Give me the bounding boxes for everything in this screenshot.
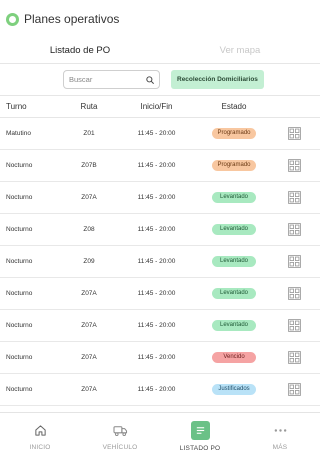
qr-code-icon[interactable] [288, 255, 301, 268]
cell-turno: Nocturno [6, 386, 33, 393]
filter-chip-recoleccion[interactable]: Recolección Domiciliarios [171, 70, 264, 89]
status-badge: Levantado [212, 288, 256, 299]
search-icon[interactable] [146, 75, 154, 84]
qr-code-icon[interactable] [288, 191, 301, 204]
nav-item-listado-po[interactable]: LISTADO PO [160, 413, 240, 458]
search-box[interactable] [63, 70, 160, 89]
search-input[interactable] [69, 75, 139, 84]
tab-bar: Listado de PO Ver mapa [0, 38, 320, 64]
cell-turno: Nocturno [6, 354, 33, 361]
nav-label: LISTADO PO [179, 445, 221, 452]
table-row[interactable]: Nocturno Z07A 11:45 - 20:00 Vencido [0, 342, 320, 374]
column-header-estado[interactable]: Estado [199, 102, 269, 111]
cell-ruta: Z07B [81, 162, 97, 169]
cell-ruta: Z07A [81, 290, 97, 297]
nav-label: MÁS [272, 444, 288, 451]
tab-ver-mapa[interactable]: Ver mapa [160, 38, 320, 63]
page-title: Planes operativos [24, 12, 120, 26]
table-row[interactable]: Nocturno Z09 11:45 - 20:00 Levantado [0, 246, 320, 278]
cell-ruta: Z09 [83, 258, 95, 265]
more-icon [271, 421, 289, 439]
cell-inicio-fin: 11:45 - 20:00 [137, 194, 176, 201]
cell-inicio-fin: 11:45 - 20:00 [137, 130, 176, 137]
status-badge: Levantado [212, 224, 256, 235]
table-row[interactable]: Nocturno Z07B 11:45 - 20:00 Programado [0, 150, 320, 182]
table-row[interactable]: Matutino Z01 11:45 - 20:00 Programado [0, 118, 320, 150]
list-icon [190, 421, 210, 440]
table-body: Matutino Z01 11:45 - 20:00 Programado Noctur… [0, 118, 320, 410]
cell-inicio-fin: 11:45 - 20:00 [137, 354, 176, 361]
truck-icon [111, 421, 129, 439]
status-badge: Vencido [212, 352, 256, 363]
qr-code-icon[interactable] [288, 319, 301, 332]
app-logo-icon [6, 12, 19, 26]
cell-ruta: Z07A [81, 194, 97, 201]
app-header: Planes operativos [0, 0, 320, 38]
nav-item-mas[interactable]: MÁS [240, 413, 320, 458]
cell-inicio-fin: 11:45 - 20:00 [137, 386, 176, 393]
status-badge: Justificados [212, 384, 256, 395]
cell-turno: Nocturno [6, 322, 33, 329]
column-header-turno[interactable]: Turno [0, 102, 64, 111]
qr-code-icon[interactable] [288, 127, 301, 140]
nav-label: INICIO [29, 444, 51, 451]
status-badge: Programado [212, 160, 256, 171]
cell-inicio-fin: 11:45 - 20:00 [137, 290, 176, 297]
table-row[interactable]: Nocturno Z08 11:45 - 20:00 Levantado [0, 214, 320, 246]
cell-inicio-fin: 11:45 - 20:00 [137, 258, 176, 265]
table-row[interactable]: Nocturno Z07A 11:45 - 20:00 Levantado [0, 182, 320, 214]
qr-code-icon[interactable] [288, 383, 301, 396]
cell-turno: Nocturno [6, 194, 33, 201]
column-header-ruta[interactable]: Ruta [64, 102, 114, 111]
cell-inicio-fin: 11:45 - 20:00 [137, 226, 176, 233]
status-badge: Levantado [212, 192, 256, 203]
cell-turno: Nocturno [6, 258, 33, 265]
bottom-navigation: INICIO VEHÍCULO LISTADO PO MÁS [0, 412, 320, 458]
cell-ruta: Z07A [81, 354, 97, 361]
cell-inicio-fin: 11:45 - 20:00 [137, 322, 176, 329]
cell-inicio-fin: 11:45 - 20:00 [137, 162, 176, 169]
table-header: Turno Ruta Inicio/Fin Estado [0, 96, 320, 118]
filter-bar: Recolección Domiciliarios [0, 64, 320, 96]
cell-ruta: Z08 [83, 226, 95, 233]
cell-ruta: Z07A [81, 386, 97, 393]
cell-turno: Matutino [6, 130, 31, 137]
qr-code-icon[interactable] [288, 223, 301, 236]
status-badge: Programado [212, 128, 256, 139]
column-header-inicio-fin[interactable]: Inicio/Fin [114, 102, 199, 111]
cell-ruta: Z01 [83, 130, 95, 137]
nav-item-vehiculo[interactable]: VEHÍCULO [80, 413, 160, 458]
nav-item-inicio[interactable]: INICIO [0, 413, 80, 458]
nav-label: VEHÍCULO [102, 444, 138, 451]
status-badge: Levantado [212, 256, 256, 267]
home-icon [31, 421, 49, 439]
qr-code-icon[interactable] [288, 159, 301, 172]
cell-ruta: Z07A [81, 322, 97, 329]
status-badge: Levantado [212, 320, 256, 331]
cell-turno: Nocturno [6, 290, 33, 297]
tab-listado-po[interactable]: Listado de PO [0, 38, 160, 63]
qr-code-icon[interactable] [288, 287, 301, 300]
table-row[interactable]: Nocturno Z07A 11:45 - 20:00 Levantado [0, 278, 320, 310]
cell-turno: Nocturno [6, 226, 33, 233]
table-row[interactable]: Nocturno Z07A 11:45 - 20:00 Levantado [0, 310, 320, 342]
cell-turno: Nocturno [6, 162, 33, 169]
qr-code-icon[interactable] [288, 351, 301, 364]
table-row[interactable]: Nocturno Z07A 11:45 - 20:00 Justificados [0, 374, 320, 406]
